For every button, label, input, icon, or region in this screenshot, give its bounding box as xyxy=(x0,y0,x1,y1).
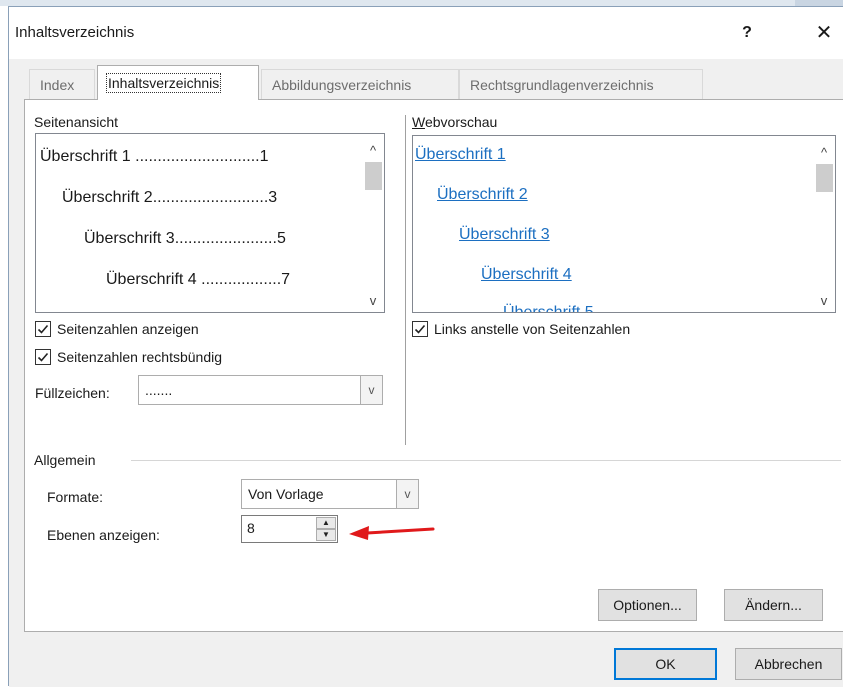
tab-index[interactable]: Index xyxy=(29,69,95,99)
print-preview-scrollbar[interactable]: ^ v xyxy=(362,134,384,312)
tab-label: Rechtsgrundlagenverzeichnis xyxy=(470,77,654,93)
right-align-page-numbers-label[interactable]: Seitenzahlen rechtsbündig xyxy=(57,349,222,365)
scroll-up-arrow-icon[interactable]: ^ xyxy=(362,142,384,160)
toc-preview-line: Überschrift 1 ..........................… xyxy=(40,148,269,165)
scroll-up-arrow-icon[interactable]: ^ xyxy=(813,144,835,162)
close-button[interactable]: ✕ xyxy=(809,19,839,47)
web-preview-link[interactable]: Überschrift 2 xyxy=(437,186,528,204)
use-hyperlinks-checkbox[interactable] xyxy=(412,321,428,337)
vertical-divider xyxy=(405,115,406,445)
options-button[interactable]: Optionen... xyxy=(598,589,697,621)
web-preview-link[interactable]: Überschrift 5 xyxy=(503,304,594,312)
web-preview-scrollbar[interactable]: ^ v xyxy=(813,136,835,312)
tab-inhaltsverzeichnis[interactable]: Inhaltsverzeichnis xyxy=(97,65,259,100)
chevron-down-icon[interactable]: v xyxy=(396,480,418,508)
tab-rechtsgrundlagenverzeichnis[interactable]: Rechtsgrundlagenverzeichnis xyxy=(459,69,703,99)
use-hyperlinks-label[interactable]: Links anstelle von Seitenzahlen xyxy=(434,321,630,337)
modify-button[interactable]: Ändern... xyxy=(724,589,823,621)
show-levels-label: Ebenen anzeigen: xyxy=(47,527,160,543)
red-arrow-icon xyxy=(349,526,435,540)
show-levels-value[interactable]: 8 xyxy=(247,520,255,536)
chevron-down-icon[interactable]: v xyxy=(360,376,382,404)
general-section-label: Allgemein xyxy=(34,452,96,468)
formats-select[interactable]: Von Vorlage v xyxy=(241,479,419,509)
toc-preview-line: Überschrift 2..........................3 xyxy=(62,189,278,206)
formats-label: Formate: xyxy=(47,489,104,505)
tab-label: Index xyxy=(40,77,75,93)
scroll-down-arrow-icon[interactable]: v xyxy=(813,292,835,310)
web-preview-box: Überschrift 1 Überschrift 2 Überschrift … xyxy=(412,135,836,313)
tab-leader-label: Füllzeichen: xyxy=(35,385,110,401)
show-page-numbers-label[interactable]: Seitenzahlen anzeigen xyxy=(57,321,199,337)
show-page-numbers-checkbox[interactable] xyxy=(35,321,51,337)
tab-leader-select[interactable]: ....... v xyxy=(138,375,383,405)
scroll-thumb[interactable] xyxy=(816,164,833,192)
title-bar: Inhaltsverzeichnis ? ✕ xyxy=(9,7,843,59)
scroll-thumb[interactable] xyxy=(365,162,382,190)
toc-preview-line: Überschrift 4 ..................7 xyxy=(106,271,291,288)
spinner-down-icon[interactable]: ▼ xyxy=(316,529,336,541)
tab-leader-value: ....... xyxy=(145,382,173,398)
web-preview-label: Webvorschau xyxy=(412,114,498,130)
dialog-title: Inhaltsverzeichnis xyxy=(15,24,135,41)
tab-label: Abbildungsverzeichnis xyxy=(272,77,412,93)
formats-value: Von Vorlage xyxy=(248,486,324,502)
tab-abbildungsverzeichnis[interactable]: Abbildungsverzeichnis xyxy=(261,69,459,99)
tab-label: Inhaltsverzeichnis xyxy=(105,73,222,93)
ok-button[interactable]: OK xyxy=(614,648,717,680)
cancel-button[interactable]: Abbrechen xyxy=(735,648,842,680)
show-levels-spinner[interactable]: 8 ▲ ▼ xyxy=(241,515,338,543)
help-button[interactable]: ? xyxy=(735,19,759,47)
spinner-buttons: ▲ ▼ xyxy=(316,517,336,541)
print-preview-label: Seitenansicht xyxy=(34,114,119,130)
web-preview-link[interactable]: Überschrift 3 xyxy=(459,226,550,244)
toc-preview-line: Überschrift 3.......................5 xyxy=(84,230,286,247)
general-divider xyxy=(131,460,841,461)
dialog-footer: OK Abbrechen xyxy=(9,632,843,687)
web-preview-link[interactable]: Überschrift 4 xyxy=(481,266,572,284)
print-preview-box: Überschrift 1 ..........................… xyxy=(35,133,385,313)
scroll-down-arrow-icon[interactable]: v xyxy=(362,292,384,310)
right-align-page-numbers-checkbox[interactable] xyxy=(35,349,51,365)
toc-dialog: Inhaltsverzeichnis ? ✕ Index Inhaltsverz… xyxy=(8,6,843,687)
web-preview-link[interactable]: Überschrift 1 xyxy=(415,146,506,164)
spinner-up-icon[interactable]: ▲ xyxy=(316,517,336,529)
